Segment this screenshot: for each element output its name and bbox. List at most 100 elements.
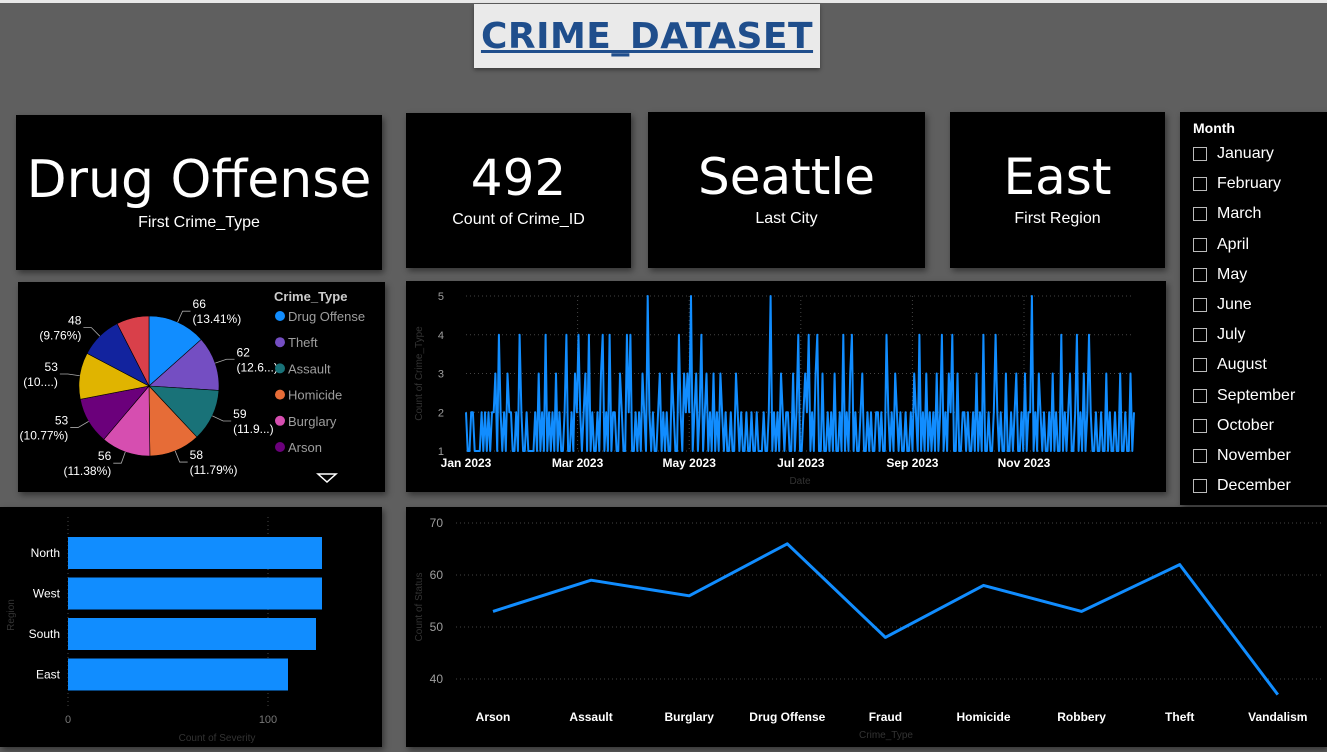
x-axis-title: Crime_Type xyxy=(859,730,913,741)
slicer-item-august[interactable]: August xyxy=(1193,356,1267,374)
y-tick-label: 40 xyxy=(430,672,444,686)
pie-legend-marker xyxy=(275,442,285,452)
card-value: Seattle xyxy=(697,148,875,206)
x-tick-label: Jan 2023 xyxy=(441,456,492,470)
x-category-label: Burglary xyxy=(665,710,715,724)
pie-leader-line xyxy=(70,421,89,428)
slicer-item-label: May xyxy=(1217,265,1248,283)
pie-legend-item: Drug Offense xyxy=(288,309,365,324)
checkbox[interactable] xyxy=(1193,147,1207,161)
x-tick-label: 0 xyxy=(65,714,71,726)
y-tick-label: 2 xyxy=(438,407,444,419)
x-tick-label: Jul 2023 xyxy=(777,456,825,470)
y-axis-title: Count of Status xyxy=(414,573,425,642)
slicer-item-label: April xyxy=(1217,235,1250,253)
y-tick-label: 70 xyxy=(430,516,444,530)
daily-line-panel: 1 2 3 4 5 Jan 2023 Mar 2023 May 2023 Jul 2023 Sep… xyxy=(406,281,1166,492)
pie-legend-marker xyxy=(275,337,285,348)
card-label: Count of Crime_ID xyxy=(452,210,585,228)
slicer-item-january[interactable]: January xyxy=(1193,145,1274,163)
top-border xyxy=(0,0,1327,3)
y-tick-label: 3 xyxy=(438,369,444,381)
pie-legend-item: Theft xyxy=(288,335,318,350)
checkbox[interactable] xyxy=(1193,418,1207,433)
line-series xyxy=(492,542,1279,696)
pie-data-label: 48 xyxy=(68,314,82,328)
x-category-label: Fraud xyxy=(869,710,902,724)
slicer-item-april[interactable]: April xyxy=(1193,236,1249,254)
x-category-label: Theft xyxy=(1165,710,1194,724)
x-tick-label: May 2023 xyxy=(663,456,717,470)
y-tick-label: 5 xyxy=(438,291,444,303)
bar xyxy=(68,577,322,610)
slicer-item-label: October xyxy=(1217,416,1274,434)
x-tick-label: 100 xyxy=(259,714,277,726)
bar xyxy=(68,537,322,569)
checkbox[interactable] xyxy=(1193,177,1207,192)
slicer-item-label: March xyxy=(1217,205,1262,223)
pie-leader-line xyxy=(113,451,126,464)
pie-data-label-pct: (10....) xyxy=(23,375,58,389)
slicer-item-february[interactable]: February xyxy=(1193,175,1281,193)
slicer-item-september[interactable]: September xyxy=(1193,387,1295,405)
slicer-item-october[interactable]: October xyxy=(1193,417,1274,435)
card-crime-count[interactable]: 492 Count of Crime_ID xyxy=(406,113,631,268)
pie-data-label: 58 xyxy=(190,448,204,462)
pie-data-label: 62 xyxy=(237,345,251,359)
checkbox[interactable] xyxy=(1193,237,1207,252)
card-first-crime-type[interactable]: Drug Offense First Crime_Type xyxy=(16,115,382,270)
slicer-item-july[interactable]: July xyxy=(1193,326,1245,344)
card-last-city[interactable]: Seattle Last City xyxy=(648,112,925,268)
x-category-label: Drug Offense xyxy=(749,710,825,724)
pie-leader-line xyxy=(212,415,232,422)
pie-legend-marker xyxy=(275,311,285,321)
slicer-item-may[interactable]: May xyxy=(1193,266,1247,284)
y-tick-label: 50 xyxy=(430,620,444,634)
y-category-label: South xyxy=(29,627,60,641)
pie-data-label: 53 xyxy=(45,360,59,374)
pie-data-label-pct: (11.9...) xyxy=(233,422,273,436)
y-axis-title: Count of Crime_Type xyxy=(414,326,425,421)
pie-data-label-pct: (11.38%) xyxy=(63,464,111,478)
x-category-label: Vandalism xyxy=(1248,710,1307,724)
x-category-label: Arson xyxy=(476,710,511,724)
pie-leader-line xyxy=(177,310,191,323)
x-tick-label: Sep 2023 xyxy=(886,456,938,470)
slicer-item-label: December xyxy=(1217,477,1291,495)
pie-data-label-pct: (13.41%) xyxy=(193,312,242,326)
y-category-label: North xyxy=(31,546,60,560)
pie-legend-item: Burglary xyxy=(288,414,337,429)
slicer-item-november[interactable]: November xyxy=(1193,447,1291,465)
line-series xyxy=(465,295,1135,452)
card-value: Drug Offense xyxy=(26,149,372,210)
checkbox[interactable] xyxy=(1193,388,1207,403)
pie-chart-panel: 66 (13.41%) 62 (12.6...) 59 (11.9...) 58 (11.79… xyxy=(18,282,385,492)
pie-data-label-pct: (9.76%) xyxy=(39,329,81,343)
checkbox[interactable] xyxy=(1193,207,1207,222)
slicer-item-june[interactable]: June xyxy=(1193,296,1252,314)
slicer-item-march[interactable]: March xyxy=(1193,205,1261,223)
checkbox[interactable] xyxy=(1193,328,1207,343)
checkbox[interactable] xyxy=(1193,449,1207,463)
checkbox[interactable] xyxy=(1193,479,1207,494)
checkbox[interactable] xyxy=(1193,298,1207,312)
x-tick-label: Mar 2023 xyxy=(552,456,604,470)
slicer-item-december[interactable]: December xyxy=(1193,477,1291,495)
pie-data-label-pct: (11.79%) xyxy=(190,463,238,477)
pie-data-label: 66 xyxy=(193,297,207,311)
checkbox[interactable] xyxy=(1193,267,1207,282)
triangle-down-icon xyxy=(316,473,338,484)
pie-legend-marker xyxy=(275,389,285,400)
slicer-title: Month xyxy=(1193,120,1235,136)
pie-legend-marker xyxy=(275,363,285,374)
slicer-item-label: June xyxy=(1217,296,1252,313)
pie-legend-title: Crime_Type xyxy=(274,289,347,304)
checkbox[interactable] xyxy=(1193,358,1207,373)
card-label: First Region xyxy=(1014,210,1101,227)
x-category-label: Robbery xyxy=(1057,710,1106,724)
card-first-region[interactable]: East First Region xyxy=(950,112,1165,268)
dashboard-title-box: CRIME_DATASET xyxy=(474,4,820,68)
x-axis-title: Count of Severity xyxy=(179,733,256,744)
slicer-item-label: February xyxy=(1217,175,1282,193)
pie-legend-item: Homicide xyxy=(288,388,342,403)
